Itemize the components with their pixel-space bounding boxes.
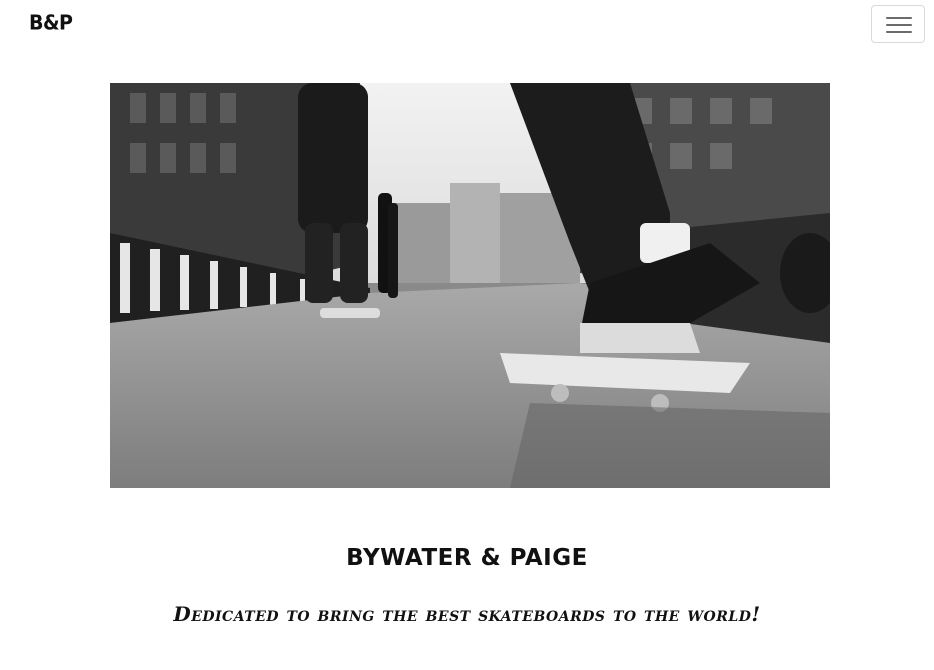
navbar-toggler-button[interactable] <box>871 5 925 43</box>
page-tagline: Dedicated to bring the best skateboards … <box>173 601 761 626</box>
navbar: B&P <box>0 0 934 50</box>
page-title: Bywater & Paige <box>346 545 588 572</box>
brand-logo[interactable]: B&P <box>29 11 73 35</box>
skateboard-photo <box>110 83 830 488</box>
hero-image <box>110 83 830 488</box>
hamburger-bar <box>886 31 912 33</box>
hamburger-bar <box>886 24 912 26</box>
hamburger-menu-icon <box>886 17 912 19</box>
